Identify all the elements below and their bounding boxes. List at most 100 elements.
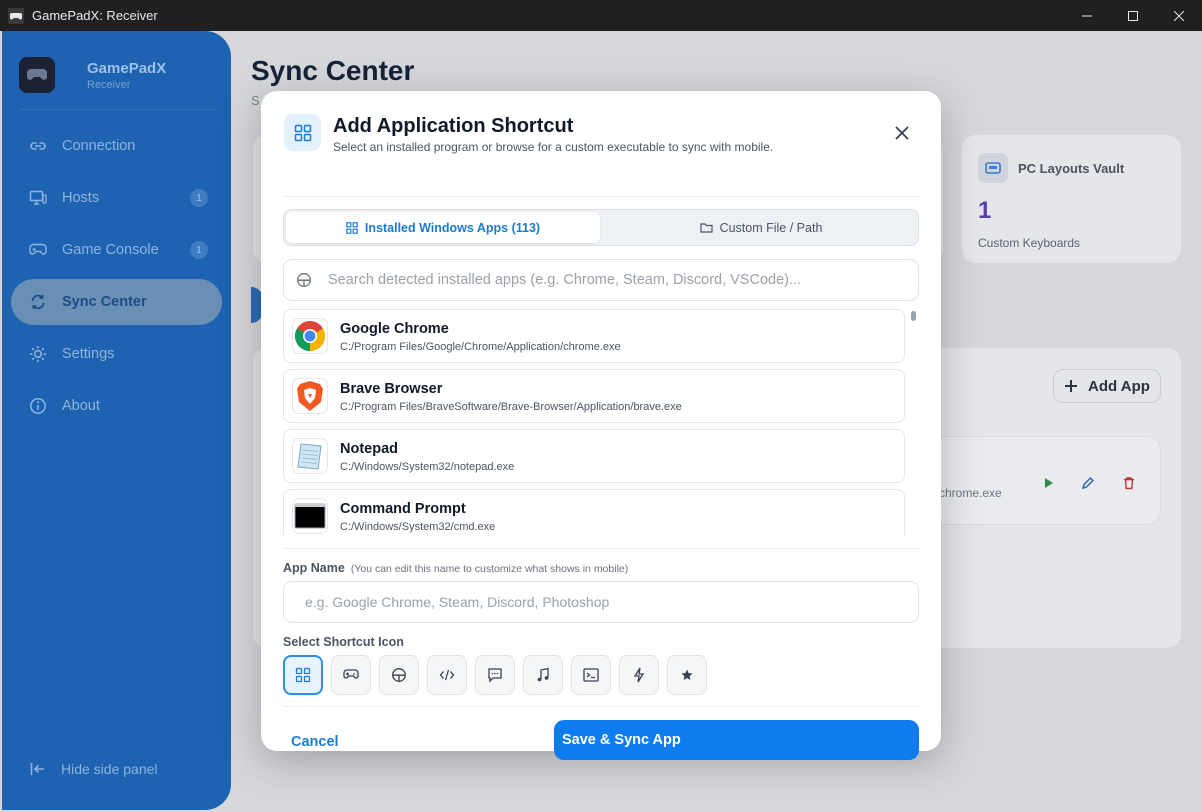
star-icon [681, 669, 693, 680]
icon-option-code[interactable] [427, 655, 467, 695]
app-name: Command Prompt [340, 501, 466, 517]
play-button[interactable] [1039, 473, 1059, 493]
sidebar-item-about[interactable]: About [11, 383, 222, 429]
app-name-input[interactable] [283, 581, 919, 623]
hide-side-panel-label: Hide side panel [61, 761, 158, 777]
icon-option-star[interactable] [667, 655, 707, 695]
list-item[interactable]: Brave Browser C:/Program Files/BraveSoft… [283, 369, 905, 423]
sidebar-item-connection[interactable]: Connection [11, 123, 222, 169]
sidebar-item-sync-center[interactable]: Sync Center [11, 279, 222, 325]
sync-icon [29, 293, 47, 311]
app-path: C:/Program Files/Google/Chrome/Applicati… [340, 341, 621, 353]
tab-label: Installed Windows Apps (113) [364, 220, 541, 235]
lightning-icon [633, 667, 645, 683]
sidebar-item-label: Game Console [62, 242, 159, 258]
keyboard-icon [978, 153, 1008, 183]
monitor-icon [29, 189, 47, 207]
search-input[interactable] [328, 272, 888, 288]
source-tabs: Installed Windows Apps (113) Custom File… [283, 209, 919, 246]
grid-icon [284, 114, 321, 151]
list-item[interactable]: Command Prompt C:/Windows/System32/cmd.e… [283, 489, 905, 535]
icon-option-chat[interactable] [475, 655, 515, 695]
close-dialog-button[interactable] [892, 123, 912, 143]
divider [283, 196, 919, 197]
close-icon [895, 126, 909, 140]
app-name: Notepad [340, 441, 398, 457]
list-item[interactable]: Notepad C:/Windows/System32/notepad.exe [283, 429, 905, 483]
vault-label: Custom Keyboards [978, 236, 1081, 250]
tab-installed-apps[interactable]: Installed Windows Apps (113) [286, 212, 600, 243]
app-name-label: App Name (You can edit this name to custo… [283, 561, 628, 575]
delete-button[interactable] [1119, 473, 1139, 493]
divider [20, 109, 216, 110]
steering-wheel-icon [296, 272, 312, 288]
sun-gear-icon [29, 345, 47, 363]
notepad-icon [292, 438, 328, 474]
tab-label: Custom File / Path [719, 220, 823, 235]
icon-option-gamepad[interactable] [331, 655, 371, 695]
cancel-button[interactable]: Cancel [283, 731, 343, 753]
count-badge: 1 [190, 189, 208, 207]
link-icon [29, 137, 47, 155]
icon-option-steering[interactable] [379, 655, 419, 695]
app-name-hint: (You can edit this name to customize wha… [350, 563, 629, 575]
scrollbar-thumb[interactable] [911, 311, 916, 321]
gamepad-icon [343, 669, 359, 679]
app-name: Google Chrome [340, 321, 449, 337]
info-icon [29, 397, 47, 415]
layouts-vault-card: PC Layouts Vault 1 Custom Keyboards [962, 135, 1181, 263]
icon-picker-label: Select Shortcut Icon [283, 635, 404, 649]
cmd-icon [292, 498, 328, 534]
window-title: GamePadX: Receiver [32, 8, 158, 23]
sidebar-item-hosts[interactable]: Hosts 1 [11, 175, 222, 221]
dialog-subtitle: Select an installed program or browse fo… [333, 140, 774, 154]
brand: GamePadX Receiver [19, 57, 166, 93]
music-note-icon [537, 667, 549, 682]
app-name-label-text: App Name [283, 561, 345, 575]
sidebar-item-game-console[interactable]: Game Console 1 [11, 227, 222, 273]
code-icon [439, 669, 455, 681]
terminal-icon [583, 668, 599, 682]
icon-option-music[interactable] [523, 655, 563, 695]
add-app-button[interactable]: Add App [1053, 369, 1161, 403]
app-path: C:/Program Files/BraveSoftware/Brave-Bro… [340, 401, 682, 413]
gamepad-logo-icon [19, 57, 55, 93]
app-client-area: Sync Center S PC Layouts Vault 1 Custom … [0, 31, 1202, 812]
sidebar-item-label: Settings [62, 346, 115, 362]
pencil-icon [1081, 476, 1095, 490]
list-item[interactable]: Google Chrome C:/Program Files/Google/Ch… [283, 309, 905, 363]
steering-wheel-icon [392, 668, 406, 682]
trash-icon [1124, 477, 1134, 490]
divider [283, 706, 919, 707]
sidebar-item-label: About [62, 398, 100, 414]
page-title: Sync Center [251, 55, 415, 86]
sidebar-item-label: Hosts [62, 190, 100, 206]
icon-option-lightning[interactable] [619, 655, 659, 695]
minimize-button[interactable] [1064, 0, 1110, 31]
brand-sub: Receiver [87, 78, 131, 91]
save-sync-button[interactable]: Save & Sync App [554, 720, 919, 760]
play-icon [1045, 478, 1053, 488]
chrome-icon [292, 318, 328, 354]
maximize-button[interactable] [1110, 0, 1156, 31]
app-search [283, 259, 919, 301]
grid-icon [295, 667, 311, 683]
sidebar-item-label: Sync Center [62, 294, 147, 310]
sidebar-nav: Connection Hosts 1 Game Console 1 Sync C… [11, 123, 222, 435]
sidebar-item-settings[interactable]: Settings [11, 331, 222, 377]
edit-button[interactable] [1078, 473, 1098, 493]
hide-side-panel-button[interactable]: Hide side panel [30, 761, 158, 777]
icon-option-terminal[interactable] [571, 655, 611, 695]
vault-count: 1 [978, 197, 992, 224]
close-icon [1174, 10, 1184, 21]
plus-icon [1065, 380, 1078, 392]
icon-option-grid[interactable] [283, 655, 323, 695]
app-logo-icon [8, 7, 24, 24]
add-app-label: Add App [1088, 377, 1150, 395]
app-name: Brave Browser [340, 381, 443, 397]
page-subtitle: S [251, 93, 260, 108]
app-list: Google Chrome C:/Program Files/Google/Ch… [283, 309, 913, 535]
icon-picker [283, 655, 715, 695]
tab-custom-file[interactable]: Custom File / Path [606, 212, 916, 243]
close-window-button[interactable] [1156, 0, 1202, 31]
